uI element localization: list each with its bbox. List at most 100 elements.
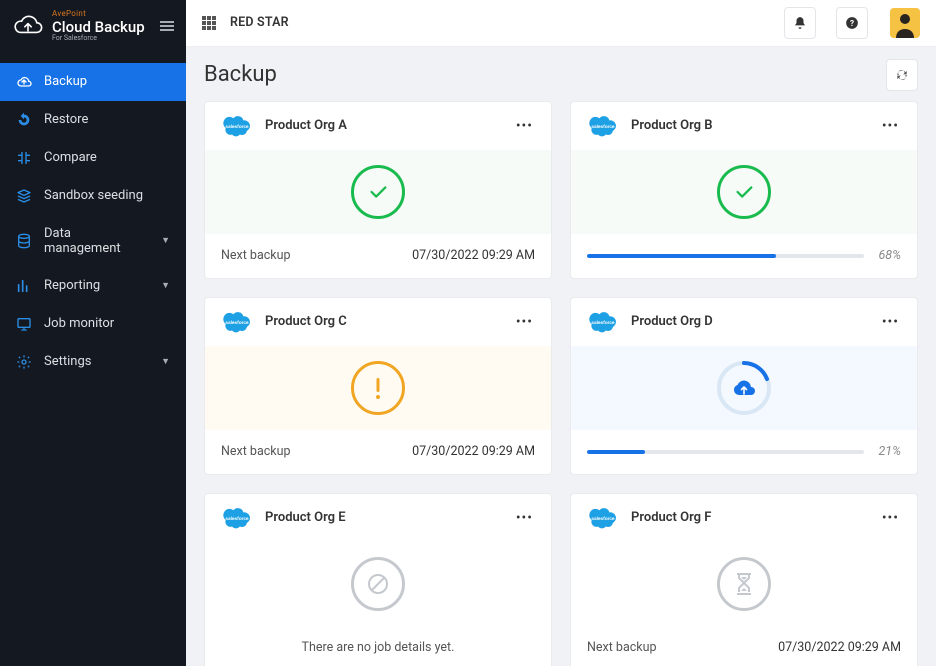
svg-text:salesforce: salesforce <box>591 124 615 130</box>
card-menu-button[interactable]: ••• <box>512 119 537 133</box>
menu-toggle-icon[interactable] <box>160 21 174 31</box>
progress-bar <box>587 254 864 258</box>
sidebar-item-data-management[interactable]: Data management ▼ <box>0 215 186 267</box>
svg-text:salesforce: salesforce <box>591 516 615 522</box>
salesforce-icon: salesforce <box>585 310 621 334</box>
svg-text:salesforce: salesforce <box>591 320 615 326</box>
rewind-icon <box>16 112 32 128</box>
sidebar-item-label: Compare <box>44 150 170 165</box>
card-footer: 68% <box>571 234 917 278</box>
card-title: Product Org B <box>631 118 868 133</box>
main: RED STAR ? Backup salesforceProduct Org … <box>186 0 936 666</box>
salesforce-icon: salesforce <box>585 506 621 530</box>
card-footer: There are no job details yet. <box>205 626 551 666</box>
seeding-icon <box>16 188 32 204</box>
sidebar-item-settings[interactable]: Settings▼ <box>0 343 186 381</box>
app-launcher-icon[interactable] <box>202 16 216 30</box>
status-success <box>205 150 551 234</box>
sidebar-item-label: Reporting <box>44 278 149 293</box>
salesforce-icon: salesforce <box>585 114 621 138</box>
data-icon <box>16 233 32 249</box>
salesforce-icon: salesforce <box>219 506 255 530</box>
brand-subtitle: For Salesforce <box>52 35 152 43</box>
card-header: salesforce Product Org D ••• <box>571 298 917 346</box>
card-header: salesforce Product Org B ••• <box>571 102 917 150</box>
nav: Backup Restore Compare Sandbox seeding Data … <box>0 63 186 381</box>
hourglass-icon <box>717 557 771 611</box>
monitor-icon <box>16 316 32 332</box>
status-warning <box>205 346 551 430</box>
next-backup-label: Next backup <box>221 248 291 263</box>
sidebar-item-label: Data management <box>44 226 149 256</box>
sidebar-item-sandbox-seeding[interactable]: Sandbox seeding <box>0 177 186 215</box>
svg-text:salesforce: salesforce <box>225 124 249 130</box>
next-backup-label: Next backup <box>587 640 657 655</box>
refresh-button[interactable] <box>886 59 918 91</box>
card-menu-button[interactable]: ••• <box>878 119 903 133</box>
sidebar-item-label: Sandbox seeding <box>44 188 170 203</box>
report-icon <box>16 278 32 294</box>
card-header: salesforce Product Org F ••• <box>571 494 917 542</box>
card-menu-button[interactable]: ••• <box>878 511 903 525</box>
sidebar-item-label: Backup <box>44 74 170 89</box>
salesforce-icon: salesforce <box>219 310 255 334</box>
sidebar-item-backup[interactable]: Backup <box>0 63 186 101</box>
card-menu-button[interactable]: ••• <box>512 315 537 329</box>
brand: AvePoint Cloud Backup For Salesforce <box>0 0 186 53</box>
card-menu-button[interactable]: ••• <box>878 315 903 329</box>
card-menu-button[interactable]: ••• <box>512 511 537 525</box>
card-header: salesforce Product Org A ••• <box>205 102 551 150</box>
brand-product: Cloud Backup <box>52 19 152 36</box>
card-title: Product Org E <box>265 510 502 525</box>
status-inprogress <box>571 346 917 430</box>
progress-percent: 68% <box>878 248 901 263</box>
no-details-text: There are no job details yet. <box>221 640 535 655</box>
status-success <box>571 150 917 234</box>
status-pending <box>571 542 917 626</box>
topbar: RED STAR ? <box>186 0 936 47</box>
chevron-down-icon: ▼ <box>161 235 170 246</box>
sidebar-item-restore[interactable]: Restore <box>0 101 186 139</box>
card-header: salesforce Product Org E ••• <box>205 494 551 542</box>
notifications-button[interactable] <box>784 7 816 39</box>
content: Backup salesforceProduct Org A•••Next ba… <box>186 47 936 666</box>
card-footer: Next backup 07/30/2022 09:29 AM <box>205 430 551 474</box>
check-circle-icon <box>717 165 771 219</box>
help-button[interactable]: ? <box>836 7 868 39</box>
help-icon: ? <box>845 16 859 30</box>
check-circle-icon <box>351 165 405 219</box>
progress-bar <box>587 450 864 454</box>
card-title: Product Org F <box>631 510 868 525</box>
card-footer: Next backup 07/30/2022 09:29 AM <box>571 626 917 666</box>
avatar-icon <box>890 8 920 38</box>
warn-circle-icon <box>351 361 405 415</box>
sidebar: AvePoint Cloud Backup For Salesforce Bac… <box>0 0 186 666</box>
cloud-up-icon <box>16 74 32 90</box>
next-backup-time: 07/30/2022 09:29 AM <box>412 444 535 459</box>
card-title: Product Org A <box>265 118 502 133</box>
svg-text:?: ? <box>850 18 854 28</box>
sidebar-item-label: Settings <box>44 354 149 369</box>
cloud-backup-logo-icon <box>12 14 44 38</box>
gear-icon <box>16 354 32 370</box>
card-header: salesforce Product Org C ••• <box>205 298 551 346</box>
next-backup-time: 07/30/2022 09:29 AM <box>778 640 901 655</box>
sidebar-item-reporting[interactable]: Reporting▼ <box>0 267 186 305</box>
org-card: salesforce Product Org C ••• Next backup 07/… <box>204 297 552 475</box>
upload-progress-icon <box>715 359 773 417</box>
tenant-name[interactable]: RED STAR <box>230 15 289 30</box>
org-card: salesforce Product Org F ••• Next backup 07/… <box>570 493 918 666</box>
org-card: salesforceProduct Org D•••21% <box>570 297 918 475</box>
card-title: Product Org D <box>631 314 868 329</box>
next-backup-time: 07/30/2022 09:29 AM <box>412 248 535 263</box>
next-backup-label: Next backup <box>221 444 291 459</box>
org-card: salesforce Product Org A ••• Next backup 07/… <box>204 101 552 279</box>
svg-text:salesforce: salesforce <box>225 516 249 522</box>
compare-icon <box>16 150 32 166</box>
sidebar-item-job-monitor[interactable]: Job monitor <box>0 305 186 343</box>
sidebar-item-compare[interactable]: Compare <box>0 139 186 177</box>
card-title: Product Org C <box>265 314 502 329</box>
user-avatar[interactable] <box>890 8 920 38</box>
salesforce-icon: salesforce <box>219 114 255 138</box>
bell-icon <box>793 16 807 30</box>
